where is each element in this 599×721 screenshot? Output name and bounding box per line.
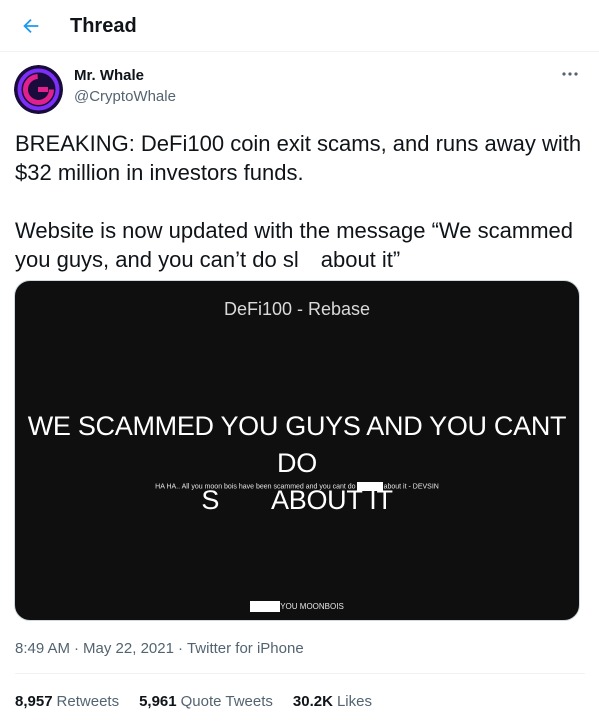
likes-stat[interactable]: 30.2K Likes — [293, 692, 372, 712]
quote-tweets-stat[interactable]: 5,961 Quote Tweets — [139, 692, 273, 712]
tweet-stats: 8,957 Retweets 5,961 Quote Tweets 30.2K Lik… — [15, 692, 372, 712]
media-site-title: DeFi100 - Rebase — [223, 299, 371, 319]
tweet-time-link[interactable]: 8:49 AM · May 22, 2021 — [15, 640, 174, 657]
media-footer: YOU MOONBOIS — [15, 601, 579, 613]
tweet-text: BREAKING: DeFi100 coin exit scams, and r… — [15, 129, 585, 274]
tweet-paragraph-2-start: Website is now updated with the message … — [15, 218, 574, 272]
tweet-paragraph-2-end: about it” — [320, 247, 401, 272]
author-handle[interactable]: @CryptoWhale — [74, 87, 176, 107]
redaction-box — [250, 601, 281, 613]
tweet-paragraph-2: Website is now updated with the message … — [15, 216, 585, 274]
tweet-paragraph-1: BREAKING: DeFi100 coin exit scams, and r… — [15, 131, 582, 185]
tweet-source-link[interactable]: Twitter for iPhone — [187, 640, 304, 657]
page-title: Thread — [70, 15, 137, 37]
redaction-box — [356, 482, 383, 491]
media-headline: WE SCAMMED YOU GUYS AND YOU CANT DO S ABO… — [15, 408, 579, 519]
retweets-stat[interactable]: 8,957 Retweets — [15, 692, 119, 712]
media-headline-line1: WE SCAMMED YOU GUYS AND YOU CANT DO — [27, 411, 567, 478]
avatar[interactable] — [14, 65, 63, 114]
tweet-meta: 8:49 AM · May 22, 2021 · Twitter for iPhone — [15, 640, 304, 657]
more-button[interactable] — [556, 64, 584, 84]
divider — [15, 673, 585, 674]
arrow-left-icon — [23, 18, 39, 34]
tweet-media-image[interactable]: DeFi100 - Rebase WE SCAMMED YOU GUYS AND… — [14, 280, 580, 621]
author-name[interactable]: Mr. Whale — [74, 66, 144, 86]
media-subtext: HA HA.. All you moon bois have been scam… — [155, 482, 439, 491]
back-button[interactable] — [17, 12, 45, 40]
thread-header: Thread — [0, 0, 599, 52]
more-horizontal-icon — [562, 72, 578, 76]
